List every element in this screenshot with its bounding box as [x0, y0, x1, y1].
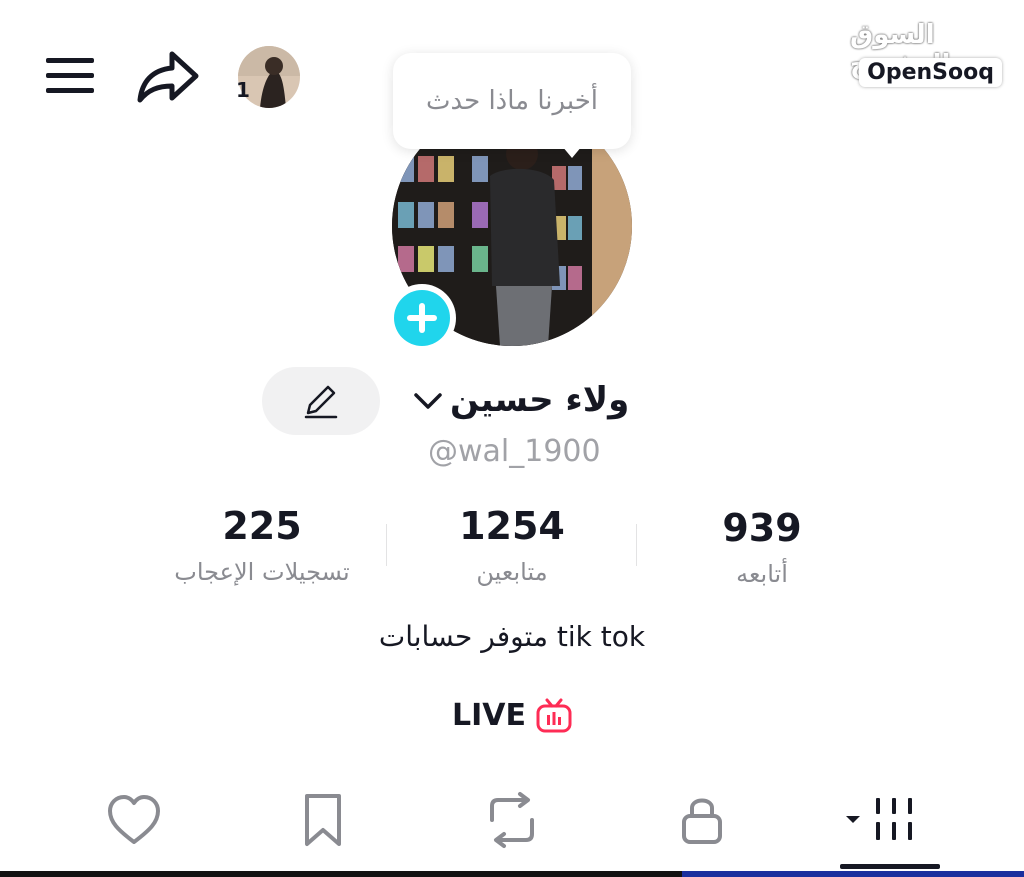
tab-liked[interactable]: [104, 790, 164, 850]
username: @wal_1900: [428, 434, 601, 469]
share-button[interactable]: [134, 46, 204, 108]
edit-profile-button[interactable]: [262, 367, 380, 435]
tooltip-tail: [562, 146, 582, 158]
plus-icon: [407, 303, 437, 333]
pencil-icon: [304, 385, 338, 419]
videos-grid-icon: [846, 798, 912, 840]
status-tooltip[interactable]: أخبرنا ماذا حدث: [393, 53, 631, 149]
menu-button[interactable]: [40, 52, 100, 100]
likes-label: تسجيلات الإعجاب: [174, 558, 350, 586]
add-story-button[interactable]: [388, 284, 456, 352]
following-label: أتابعه: [736, 560, 788, 588]
display-name[interactable]: ولاء حسين: [450, 380, 629, 420]
heart-icon: [108, 795, 160, 844]
profile-bio: متوفر حسابات tik tok: [378, 620, 646, 653]
tab-reposts[interactable]: [482, 790, 542, 850]
following-count[interactable]: 939: [642, 506, 882, 550]
share-arrow-icon: [137, 51, 199, 103]
status-tooltip-text: أخبرنا ماذا حدث: [425, 86, 599, 116]
bottom-edge-bar: [0, 871, 682, 877]
tab-videos[interactable]: [844, 790, 912, 850]
live-label[interactable]: LIVE: [452, 698, 526, 733]
bookmark-icon: [305, 794, 341, 846]
friends-count-badge: 1: [236, 78, 250, 102]
tab-private[interactable]: [672, 790, 732, 850]
live-tv-icon[interactable]: [535, 698, 573, 734]
watermark-english: OpenSooq: [859, 58, 1002, 87]
tab-favorites[interactable]: [293, 790, 353, 850]
lock-icon: [682, 798, 722, 844]
active-tab-indicator: [840, 864, 940, 869]
repost-icon: [490, 792, 534, 848]
followers-count[interactable]: 1254: [392, 504, 632, 548]
hamburger-icon: [46, 58, 94, 93]
followers-label: متابعين: [476, 558, 548, 586]
bottom-edge-bar: [682, 871, 1024, 877]
chevron-down-icon[interactable]: [412, 388, 444, 414]
likes-count[interactable]: 225: [142, 504, 382, 548]
opensooq-watermark: السوق المفتوح OpenSooq: [850, 20, 1002, 100]
